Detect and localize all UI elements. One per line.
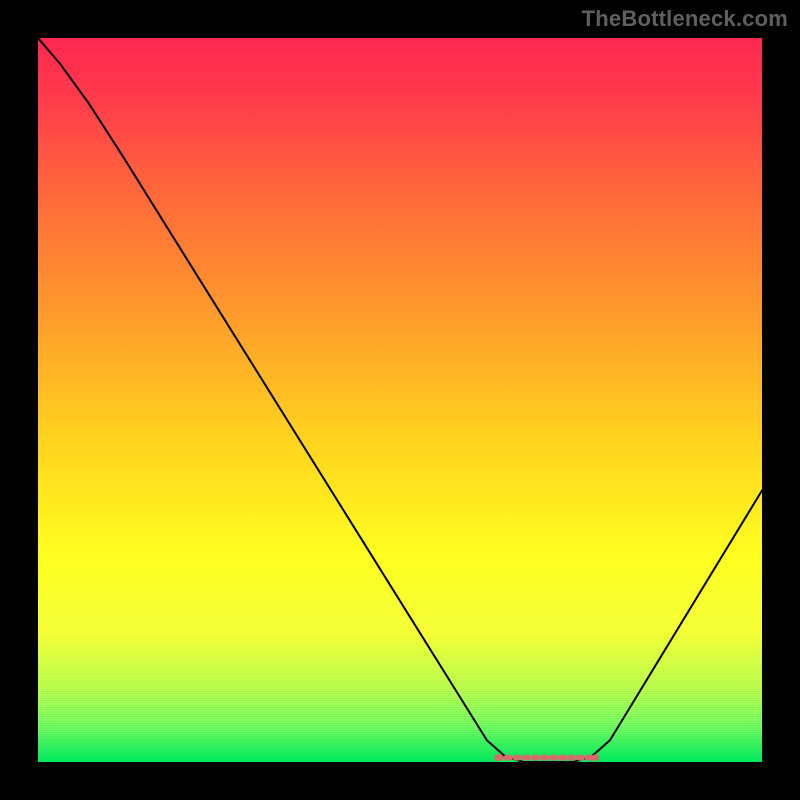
watermark-text: TheBottleneck.com (582, 6, 788, 32)
bottleneck-chart (38, 38, 762, 762)
chart-area (38, 38, 762, 762)
